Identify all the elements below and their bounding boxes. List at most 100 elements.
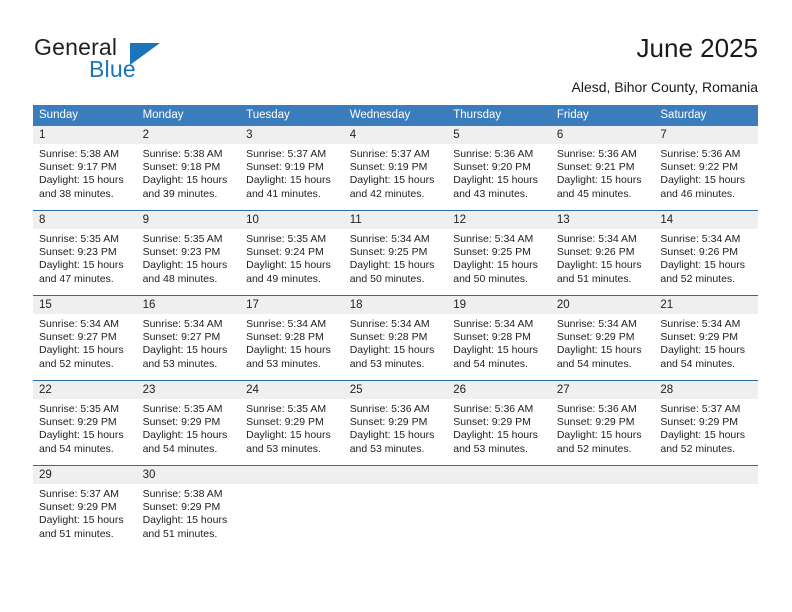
day-number: 15: [33, 296, 137, 314]
sunset-text: Sunset: 9:25 PM: [453, 246, 531, 259]
sunset-text: Sunset: 9:27 PM: [142, 331, 221, 344]
weekday-header-thursday: Thursday: [447, 105, 551, 126]
calendar-week-row: 29 Sunrise: 5:37 AM Sunset: 9:29 PM Dayl…: [33, 465, 758, 546]
sunrise-text: Sunrise: 5:35 AM: [142, 233, 223, 245]
day-cell[interactable]: 6 Sunrise: 5:36 AM Sunset: 9:21 PM Dayli…: [550, 126, 655, 211]
sunrise-text: Sunrise: 5:37 AM: [39, 488, 119, 500]
sunrise-text: Sunrise: 5:38 AM: [39, 148, 119, 160]
day-details: Sunrise: 5:37 AM Sunset: 9:19 PM Dayligh…: [344, 144, 448, 201]
daylight-text-line1: Daylight: 15 hours: [142, 259, 228, 272]
sunset-text: Sunset: 9:29 PM: [556, 331, 635, 344]
sunset-text: Sunset: 9:22 PM: [660, 161, 739, 174]
sunset-text: Sunset: 9:29 PM: [453, 416, 531, 429]
daylight-text-line1: Daylight: 15 hours: [246, 259, 331, 272]
sunrise-text: Sunrise: 5:36 AM: [453, 148, 534, 160]
sunrise-text: Sunrise: 5:34 AM: [246, 318, 327, 330]
daylight-text-line2: and 53 minutes.: [349, 442, 425, 455]
day-cell[interactable]: 16 Sunrise: 5:34 AM Sunset: 9:27 PM Dayl…: [136, 295, 241, 381]
day-cell[interactable]: 20 Sunrise: 5:34 AM Sunset: 9:29 PM Dayl…: [550, 295, 655, 381]
sunrise-text: Sunrise: 5:34 AM: [349, 318, 430, 330]
day-details: Sunrise: 5:34 AM Sunset: 9:27 PM Dayligh…: [33, 314, 137, 371]
daylight-text-line2: and 52 minutes.: [660, 442, 736, 455]
sunset-text: Sunset: 9:21 PM: [556, 161, 635, 174]
day-number: 30: [136, 466, 241, 484]
generalblue-logo[interactable]: General Blue: [34, 34, 234, 90]
day-number: 19: [447, 296, 551, 314]
daylight-text-line1: Daylight: 15 hours: [556, 344, 642, 357]
sunrise-text: Sunrise: 5:37 AM: [246, 148, 327, 160]
day-cell[interactable]: 7 Sunrise: 5:36 AM Sunset: 9:22 PM Dayli…: [654, 126, 758, 211]
day-cell[interactable]: 21 Sunrise: 5:34 AM Sunset: 9:29 PM Dayl…: [654, 295, 758, 381]
sunrise-text: Sunrise: 5:36 AM: [660, 148, 741, 160]
day-number: [343, 466, 448, 484]
day-cell[interactable]: 12 Sunrise: 5:34 AM Sunset: 9:25 PM Dayl…: [447, 210, 551, 296]
daylight-text-line2: and 54 minutes.: [142, 442, 218, 455]
daylight-text-line1: Daylight: 15 hours: [453, 344, 538, 357]
daylight-text-line2: and 47 minutes.: [39, 272, 114, 285]
day-details: Sunrise: 5:34 AM Sunset: 9:25 PM Dayligh…: [447, 229, 551, 286]
sunset-text: Sunset: 9:24 PM: [246, 246, 324, 259]
page-title: June 2025: [636, 33, 758, 63]
day-cell[interactable]: 18 Sunrise: 5:34 AM Sunset: 9:28 PM Dayl…: [343, 295, 448, 381]
day-number: 13: [550, 211, 655, 229]
sunrise-text: Sunrise: 5:36 AM: [349, 403, 430, 415]
day-number: 10: [240, 211, 344, 229]
day-cell[interactable]: 13 Sunrise: 5:34 AM Sunset: 9:26 PM Dayl…: [550, 210, 655, 296]
day-cell[interactable]: 8 Sunrise: 5:35 AM Sunset: 9:23 PM Dayli…: [33, 210, 137, 296]
sunset-text: Sunset: 9:17 PM: [39, 161, 117, 174]
sunrise-text: Sunrise: 5:35 AM: [39, 233, 119, 245]
day-cell[interactable]: 9 Sunrise: 5:35 AM Sunset: 9:23 PM Dayli…: [136, 210, 241, 296]
day-cell[interactable]: 10 Sunrise: 5:35 AM Sunset: 9:24 PM Dayl…: [240, 210, 344, 296]
day-cell[interactable]: 14 Sunrise: 5:34 AM Sunset: 9:26 PM Dayl…: [654, 210, 758, 296]
day-details: Sunrise: 5:34 AM Sunset: 9:28 PM Dayligh…: [344, 314, 448, 371]
daylight-text-line2: and 54 minutes.: [453, 357, 528, 370]
sunrise-text: Sunrise: 5:34 AM: [453, 318, 534, 330]
daylight-text-line2: and 54 minutes.: [39, 442, 114, 455]
day-cell[interactable]: 25 Sunrise: 5:36 AM Sunset: 9:29 PM Dayl…: [343, 380, 448, 466]
day-cell[interactable]: 15 Sunrise: 5:34 AM Sunset: 9:27 PM Dayl…: [33, 295, 137, 381]
sunset-text: Sunset: 9:26 PM: [556, 246, 635, 259]
daylight-text-line1: Daylight: 15 hours: [246, 429, 331, 442]
daylight-text-line1: Daylight: 15 hours: [660, 344, 746, 357]
daylight-text-line2: and 51 minutes.: [142, 527, 218, 540]
day-details: Sunrise: 5:34 AM Sunset: 9:29 PM Dayligh…: [551, 314, 655, 371]
daylight-text-line2: and 43 minutes.: [453, 187, 528, 200]
day-cell[interactable]: 24 Sunrise: 5:35 AM Sunset: 9:29 PM Dayl…: [240, 380, 344, 466]
day-cell[interactable]: 2 Sunrise: 5:38 AM Sunset: 9:18 PM Dayli…: [136, 126, 241, 211]
sunset-text: Sunset: 9:19 PM: [349, 161, 428, 174]
daylight-text-line1: Daylight: 15 hours: [39, 429, 124, 442]
daylight-text-line1: Daylight: 15 hours: [246, 174, 331, 187]
day-number: [550, 466, 655, 484]
day-cell[interactable]: 11 Sunrise: 5:34 AM Sunset: 9:25 PM Dayl…: [343, 210, 448, 296]
day-cell[interactable]: 17 Sunrise: 5:34 AM Sunset: 9:28 PM Dayl…: [240, 295, 344, 381]
day-cell[interactable]: 29 Sunrise: 5:37 AM Sunset: 9:29 PM Dayl…: [33, 465, 137, 546]
daylight-text-line1: Daylight: 15 hours: [39, 259, 124, 272]
day-cell[interactable]: 19 Sunrise: 5:34 AM Sunset: 9:28 PM Dayl…: [447, 295, 551, 381]
calendar-week-row: 22 Sunrise: 5:35 AM Sunset: 9:29 PM Dayl…: [33, 380, 758, 466]
daylight-text-line1: Daylight: 15 hours: [39, 344, 124, 357]
day-cell[interactable]: 3 Sunrise: 5:37 AM Sunset: 9:19 PM Dayli…: [240, 126, 344, 211]
day-cell[interactable]: 27 Sunrise: 5:36 AM Sunset: 9:29 PM Dayl…: [550, 380, 655, 466]
day-details: Sunrise: 5:36 AM Sunset: 9:20 PM Dayligh…: [447, 144, 551, 201]
daylight-text-line1: Daylight: 15 hours: [246, 344, 331, 357]
sunrise-text: Sunrise: 5:36 AM: [556, 148, 637, 160]
daylight-text-line1: Daylight: 15 hours: [556, 259, 642, 272]
day-cell[interactable]: 23 Sunrise: 5:35 AM Sunset: 9:29 PM Dayl…: [136, 380, 241, 466]
weekday-header-saturday: Saturday: [654, 105, 758, 126]
day-cell[interactable]: 28 Sunrise: 5:37 AM Sunset: 9:29 PM Dayl…: [654, 380, 758, 466]
day-cell[interactable]: 1 Sunrise: 5:38 AM Sunset: 9:17 PM Dayli…: [33, 126, 137, 211]
day-cell[interactable]: 22 Sunrise: 5:35 AM Sunset: 9:29 PM Dayl…: [33, 380, 137, 466]
day-cell-empty: [550, 465, 655, 546]
day-cell[interactable]: 5 Sunrise: 5:36 AM Sunset: 9:20 PM Dayli…: [447, 126, 551, 211]
day-number: 29: [33, 466, 137, 484]
day-cell[interactable]: 4 Sunrise: 5:37 AM Sunset: 9:19 PM Dayli…: [343, 126, 448, 211]
sunrise-text: Sunrise: 5:34 AM: [660, 233, 741, 245]
day-cell[interactable]: 30 Sunrise: 5:38 AM Sunset: 9:29 PM Dayl…: [136, 465, 241, 546]
day-cell-empty: [654, 465, 758, 546]
sunset-text: Sunset: 9:28 PM: [453, 331, 531, 344]
sunset-text: Sunset: 9:29 PM: [142, 501, 221, 514]
day-details: Sunrise: 5:34 AM Sunset: 9:29 PM Dayligh…: [654, 314, 758, 371]
day-details: Sunrise: 5:35 AM Sunset: 9:24 PM Dayligh…: [240, 229, 344, 286]
day-number: 17: [240, 296, 344, 314]
day-cell[interactable]: 26 Sunrise: 5:36 AM Sunset: 9:29 PM Dayl…: [447, 380, 551, 466]
